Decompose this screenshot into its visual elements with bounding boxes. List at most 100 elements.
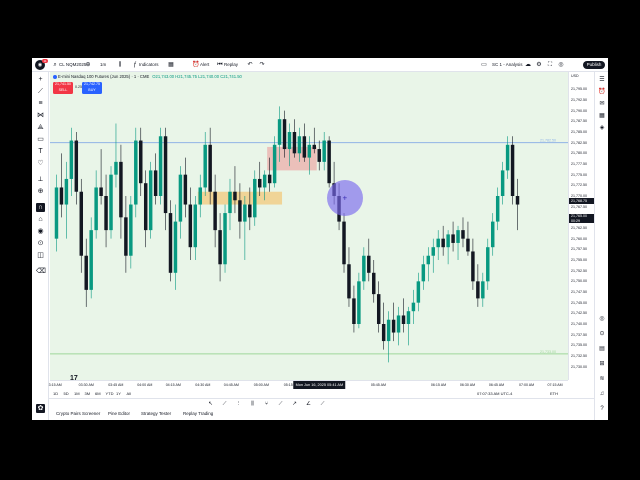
candle-body (411, 302, 416, 312)
cursor-time-badge: Mon Jun 16, 2025 05:41 AM (293, 381, 346, 389)
candle-body (322, 140, 326, 162)
range-button[interactable]: 1M (74, 391, 80, 396)
bottom-tab[interactable]: Crypto Pairs Screener (56, 411, 100, 416)
cursor-tool-icon[interactable]: ↗ (291, 401, 298, 408)
grid-icon[interactable]: ⊞ (598, 360, 606, 368)
arrow-icon[interactable]: ↖ (207, 401, 214, 408)
pattern-icon[interactable]: ⟁ (36, 123, 45, 132)
delete-icon[interactable]: ⌫ (36, 267, 46, 276)
layout-grid-icon[interactable]: ▭ (480, 61, 488, 69)
cursor-crosshair-icon: + (343, 194, 348, 203)
range-button[interactable]: 1Y (116, 391, 121, 396)
save-icon[interactable]: ☁ (524, 61, 532, 69)
time-tick: 04:15 AM (165, 383, 181, 387)
price-tick: 21,790.00 (571, 108, 587, 113)
layers-icon[interactable]: ◫ (36, 251, 45, 260)
time-tick: 3:15 AM (48, 383, 62, 387)
signal-icon[interactable]: ≋ (598, 375, 606, 383)
range-button[interactable]: 6M (95, 391, 101, 396)
heart-icon[interactable]: ♡ (36, 159, 45, 168)
clock[interactable]: 07:07:33 AM UTC-4 (477, 391, 512, 396)
redo-icon[interactable]: ↷ (258, 61, 266, 69)
price-chart[interactable]: 21,782.50 21,733.00 + (50, 72, 568, 380)
ruler-icon[interactable]: ⟂ (36, 175, 45, 184)
candle-body (456, 230, 460, 243)
sell-button[interactable]: 21,741.50 SELL (53, 82, 73, 94)
sliders-icon[interactable]: ⫶ (235, 401, 242, 408)
magnet-icon[interactable]: ∩ (36, 203, 45, 212)
lock-icon[interactable]: ⌂ (36, 215, 45, 224)
horizontal-lines-icon[interactable]: ≡ (36, 99, 45, 108)
candle-body (441, 238, 445, 248)
alert-button[interactable]: Alert (200, 61, 209, 69)
indicators-button[interactable]: Indicators (139, 61, 159, 69)
replay-button[interactable]: Replay (224, 61, 238, 69)
layers-panel-icon[interactable]: ⊙ (598, 330, 606, 338)
fork-icon[interactable]: ⑂ (263, 401, 270, 408)
search-icon[interactable]: ⌕ (51, 61, 59, 69)
candle-body (84, 255, 88, 290)
currency-label: USD (571, 74, 579, 78)
settings-icon[interactable]: ⚙ (535, 61, 543, 69)
candle-body (188, 204, 193, 248)
candle-body (451, 234, 455, 243)
candles-icon[interactable]: ⫼ (116, 61, 124, 69)
visibility-icon[interactable]: ⊙ (36, 239, 45, 248)
calendar2-icon[interactable]: ▤ (598, 345, 606, 353)
bottom-panel-toggle-icon[interactable]: ✿ (36, 404, 45, 413)
price-tick: 21,745.00 (571, 300, 587, 305)
chat-icon[interactable]: ✉ (598, 100, 606, 108)
eye-icon[interactable]: ◉ (36, 227, 45, 236)
bottom-tab[interactable]: Replay Trading (183, 411, 213, 416)
line-tool-icon[interactable]: ⟋ (221, 401, 228, 408)
candle-body (238, 200, 242, 222)
calendar-icon[interactable]: ▦ (598, 112, 606, 120)
candle-body (134, 140, 138, 205)
range-button[interactable]: 5D (64, 391, 69, 396)
trend-icon[interactable]: ⟋ (277, 401, 284, 408)
buy-button[interactable]: 21,742.75 BUY (82, 82, 102, 94)
range-button[interactable]: All (127, 391, 131, 396)
price-tick: 21,755.00 (571, 258, 587, 262)
timeframe-button[interactable]: 1m (100, 61, 106, 69)
range-button[interactable]: YTD (106, 391, 114, 396)
layout-icon[interactable]: ▦ (167, 61, 175, 69)
range-button[interactable]: 3M (85, 391, 91, 396)
fib-icon[interactable]: ⋈ (36, 111, 45, 120)
symbol-title[interactable]: E-mini Nasdaq 100 Futures (Jun 2025) · 1… (58, 74, 149, 79)
ideas-icon[interactable]: ◈ (598, 124, 606, 132)
indicators-icon[interactable]: ƒ (131, 61, 139, 69)
angle-icon[interactable]: ∠ (305, 401, 312, 408)
notifications-icon[interactable]: ♫ (598, 390, 606, 398)
replay-icon[interactable]: ⏮ (216, 61, 224, 69)
bottom-tab[interactable]: Pine Editor (108, 411, 130, 416)
alert-icon[interactable]: ⏰ (192, 61, 200, 69)
time-axis[interactable]: 3:15 AM 03:30 AM 03:45 AM 04:00 AM 04:15 AM 0… (48, 380, 568, 389)
candle-body (158, 136, 163, 196)
text-icon[interactable]: T (36, 147, 45, 156)
chart-pane[interactable]: 21,782.50 21,733.00 + E-mini Nasdaq 100 Fu… (50, 72, 568, 380)
alerts-icon[interactable]: ⏰ (598, 88, 606, 96)
watchlist-icon[interactable]: ☰ (598, 76, 606, 84)
zoom-icon[interactable]: ⊕ (36, 187, 45, 196)
price-axis[interactable]: USD 21,795.00 21,792.50 21,790.00 21,787.50… (568, 72, 594, 380)
symbol-search[interactable]: CL NQM2025 (59, 61, 86, 69)
rectangle-icon[interactable]: ▭ (36, 135, 45, 144)
help-icon[interactable]: ? (598, 405, 606, 413)
crosshair-icon[interactable]: + (36, 75, 45, 84)
bottom-tab[interactable]: Strategy Tester (141, 411, 171, 416)
session-toggle[interactable]: ETH (550, 391, 558, 396)
add-symbol-icon[interactable]: ⊕ (84, 61, 92, 69)
bars-icon[interactable]: ⫼ (249, 401, 256, 408)
trend-line-icon[interactable]: ⟋ (36, 87, 45, 96)
layout-name[interactable]: SC 1 - Analysis (492, 61, 523, 69)
undo-icon[interactable]: ↶ (246, 61, 254, 69)
price-tick: 21,787.50 (571, 119, 587, 124)
fullscreen-icon[interactable]: ⛶ (546, 61, 554, 69)
ray-icon[interactable]: ⟋ (319, 401, 326, 408)
drawing-toolbar: + ⟋ ≡ ⋈ ⟁ ▭ T ♡ ⟂ ⊕ ∩ ⌂ ◉ ⊙ ◫ ⌫ ✿ (32, 72, 49, 420)
range-button[interactable]: 1D (53, 391, 58, 396)
camera-icon[interactable]: ◎ (557, 61, 565, 69)
publish-button[interactable]: Publish (583, 61, 605, 69)
target-icon[interactable]: ◎ (598, 315, 606, 323)
